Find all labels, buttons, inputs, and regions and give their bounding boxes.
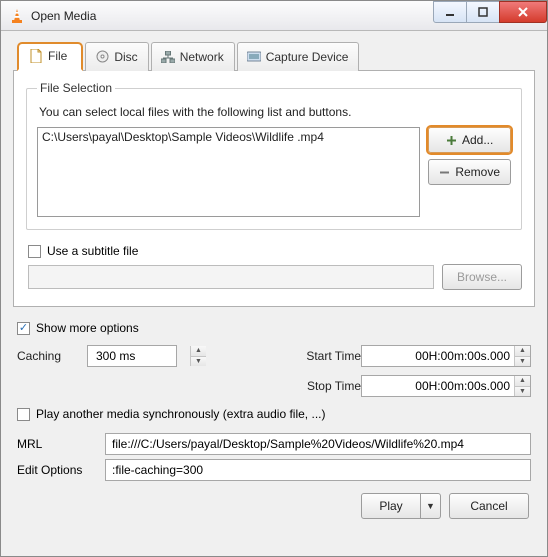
capture-icon	[247, 50, 261, 64]
play-split-button[interactable]: Play ▼	[361, 493, 441, 519]
file-selection-legend: File Selection	[37, 81, 115, 95]
open-media-window: Open Media File	[0, 0, 548, 557]
file-tab-pane: File Selection You can select local file…	[13, 71, 535, 307]
tab-network[interactable]: Network	[151, 42, 235, 71]
tab-capture-label: Capture Device	[266, 50, 349, 64]
sync-checkbox[interactable]	[17, 408, 30, 421]
minimize-button[interactable]	[433, 1, 467, 23]
show-more-options-label: Show more options	[36, 321, 139, 335]
play-dropdown-button[interactable]: ▼	[421, 493, 441, 519]
tab-disc-label: Disc	[114, 50, 137, 64]
browse-subtitle-button: Browse...	[442, 264, 522, 290]
file-icon	[29, 49, 43, 63]
start-time-input[interactable]	[361, 345, 531, 367]
tab-network-label: Network	[180, 50, 224, 64]
add-button[interactable]: Add...	[428, 127, 511, 153]
edit-options-label: Edit Options	[17, 463, 97, 477]
tab-capture[interactable]: Capture Device	[237, 42, 360, 71]
sync-checkbox-label: Play another media synchronously (extra …	[36, 407, 325, 421]
stop-time-label: Stop Time	[271, 379, 361, 393]
source-tabs: File Disc Network Capture Device	[13, 41, 535, 71]
file-selection-group: File Selection You can select local file…	[26, 81, 522, 230]
maximize-button[interactable]	[466, 1, 500, 23]
remove-button[interactable]: Remove	[428, 159, 511, 185]
caching-label: Caching	[17, 349, 87, 363]
cancel-button[interactable]: Cancel	[449, 493, 529, 519]
edit-options-input[interactable]	[105, 459, 531, 481]
play-button[interactable]: Play	[361, 493, 421, 519]
caching-spinner[interactable]: ▲▼	[190, 346, 206, 366]
stop-time-spinner[interactable]: ▲▼	[514, 376, 530, 396]
subtitle-path-input	[28, 265, 434, 289]
subtitle-checkbox[interactable]	[28, 245, 41, 258]
file-list[interactable]: C:\Users\payal\Desktop\Sample Videos\Wil…	[37, 127, 420, 217]
start-time-spinner[interactable]: ▲▼	[514, 346, 530, 366]
titlebar: Open Media	[1, 1, 547, 31]
play-button-label: Play	[379, 499, 402, 513]
cancel-button-label: Cancel	[470, 499, 507, 513]
caching-input[interactable]	[87, 345, 177, 367]
advanced-options: Caching ▲▼ Start Time ▲▼ Stop Time ▲▼	[13, 345, 535, 397]
vlc-icon	[9, 8, 25, 24]
file-list-item[interactable]: C:\Users\payal\Desktop\Sample Videos\Wil…	[42, 130, 415, 144]
mrl-label: MRL	[17, 437, 97, 451]
window-title: Open Media	[31, 9, 96, 23]
close-button[interactable]	[499, 1, 547, 23]
subtitle-checkbox-label: Use a subtitle file	[47, 244, 138, 258]
file-selection-hint: You can select local files with the foll…	[39, 105, 511, 119]
show-more-options-checkbox[interactable]	[17, 322, 30, 335]
disc-icon	[95, 50, 109, 64]
mrl-input[interactable]	[105, 433, 531, 455]
tab-file[interactable]: File	[17, 42, 83, 71]
network-icon	[161, 50, 175, 64]
start-time-label: Start Time	[271, 349, 361, 363]
remove-button-label: Remove	[455, 165, 500, 179]
stop-time-input[interactable]	[361, 375, 531, 397]
tab-file-label: File	[48, 49, 67, 63]
add-button-label: Add...	[462, 133, 493, 147]
browse-button-label: Browse...	[457, 270, 507, 284]
minus-icon	[439, 167, 450, 178]
tab-disc[interactable]: Disc	[85, 42, 148, 71]
plus-icon	[446, 135, 457, 146]
